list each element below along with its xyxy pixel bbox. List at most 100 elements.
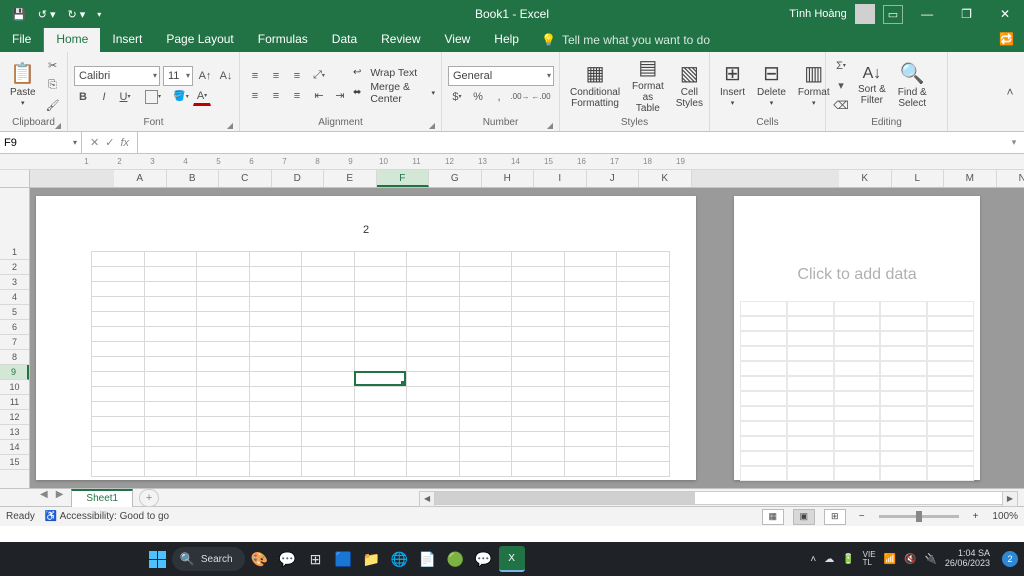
accessibility-status[interactable]: ♿ Accessibility: Good to go [45,511,169,522]
cell[interactable] [880,376,927,391]
cell[interactable] [834,391,881,406]
align-middle-icon[interactable]: ≡ [267,67,285,85]
cell[interactable] [512,267,565,282]
cell[interactable] [460,447,513,462]
cell[interactable] [834,331,881,346]
sheet-tab-active[interactable]: Sheet1 [71,489,133,507]
cell[interactable] [355,357,408,372]
cell[interactable] [302,432,355,447]
cell[interactable] [92,252,145,267]
cell[interactable] [880,406,927,421]
cell[interactable] [834,301,881,316]
cell[interactable] [250,282,303,297]
cell[interactable] [834,376,881,391]
cell[interactable] [355,312,408,327]
cell[interactable] [250,387,303,402]
cell[interactable] [787,346,834,361]
undo-qat-icon[interactable]: ↺ ▾ [34,6,60,23]
cell[interactable] [92,402,145,417]
cell[interactable] [302,462,355,477]
cell[interactable] [302,297,355,312]
cell[interactable] [302,387,355,402]
maximize-button[interactable]: ❐ [951,3,982,25]
accounting-format-icon[interactable]: $▾ [448,88,466,106]
sheet-nav-prev[interactable]: ◀ [40,489,56,507]
cell[interactable] [197,447,250,462]
percent-format-icon[interactable]: % [469,88,487,106]
cell[interactable] [787,361,834,376]
cell[interactable] [927,376,974,391]
cell[interactable] [512,447,565,462]
cell[interactable] [740,316,787,331]
zoom-in-button[interactable]: + [969,511,983,522]
tray-wifi-icon[interactable]: 📶 [884,554,896,565]
cell[interactable] [617,282,670,297]
insert-cells-button[interactable]: ⊞Insert▾ [716,61,749,110]
cell[interactable] [250,432,303,447]
decrease-indent-icon[interactable]: ⇤ [310,87,328,105]
cell[interactable] [740,421,787,436]
cell[interactable] [460,372,513,387]
align-left-icon[interactable]: ≡ [246,87,264,105]
cell[interactable] [512,432,565,447]
cell[interactable] [460,417,513,432]
cell[interactable] [302,312,355,327]
cell[interactable] [512,462,565,477]
add-data-placeholder[interactable]: Click to add data [797,266,916,284]
tab-page-layout[interactable]: Page Layout [154,28,245,52]
user-avatar[interactable] [855,4,875,24]
minimize-button[interactable]: — [911,3,943,25]
cell[interactable] [407,282,460,297]
cell[interactable] [927,451,974,466]
cell[interactable] [197,432,250,447]
cell[interactable] [617,357,670,372]
cell[interactable] [92,282,145,297]
cell[interactable] [355,327,408,342]
cell[interactable] [407,387,460,402]
col-header-L[interactable]: L [892,170,945,187]
row-header-9[interactable]: 9 [0,365,29,380]
cell[interactable] [407,417,460,432]
col-header-K[interactable]: K [639,170,692,187]
cell[interactable] [834,346,881,361]
cell[interactable] [302,282,355,297]
taskbar-taskview-icon[interactable]: ⊞ [303,546,329,572]
cell[interactable] [302,372,355,387]
view-page-break-icon[interactable]: ⊞ [824,509,846,525]
underline-button[interactable]: U▾ [116,88,134,106]
save-qat-icon[interactable]: 💾 [8,6,30,23]
cell[interactable] [355,372,408,387]
tray-ime[interactable]: VIE TL [863,551,876,567]
row-header-10[interactable]: 10 [0,380,29,395]
cell[interactable] [512,252,565,267]
cell[interactable] [512,357,565,372]
cell[interactable] [565,252,618,267]
cell[interactable] [197,387,250,402]
decrease-font-icon[interactable]: A↓ [217,67,235,85]
cell[interactable] [355,252,408,267]
cell[interactable] [617,252,670,267]
align-center-icon[interactable]: ≡ [267,87,285,105]
cell[interactable] [92,342,145,357]
tray-battery-icon[interactable]: 🔋 [842,554,854,565]
cell[interactable] [880,301,927,316]
cell[interactable] [197,312,250,327]
col-header-F[interactable]: F [377,170,430,187]
cell[interactable] [740,406,787,421]
autosum-icon[interactable]: Σ▾ [832,57,850,75]
view-normal-icon[interactable]: ▦ [762,509,784,525]
cell[interactable] [92,462,145,477]
cell[interactable] [565,432,618,447]
cell[interactable] [617,342,670,357]
alignment-dialog-launcher[interactable]: ◢ [429,121,435,130]
cell[interactable] [512,327,565,342]
cell[interactable] [787,301,834,316]
cell[interactable] [92,297,145,312]
cell[interactable] [565,387,618,402]
border-button[interactable]: ▾ [144,88,162,106]
tray-volume-icon[interactable]: 🔇 [904,554,916,565]
cell[interactable] [302,327,355,342]
cell[interactable] [250,462,303,477]
increase-font-icon[interactable]: A↑ [196,67,214,85]
cell[interactable] [460,297,513,312]
